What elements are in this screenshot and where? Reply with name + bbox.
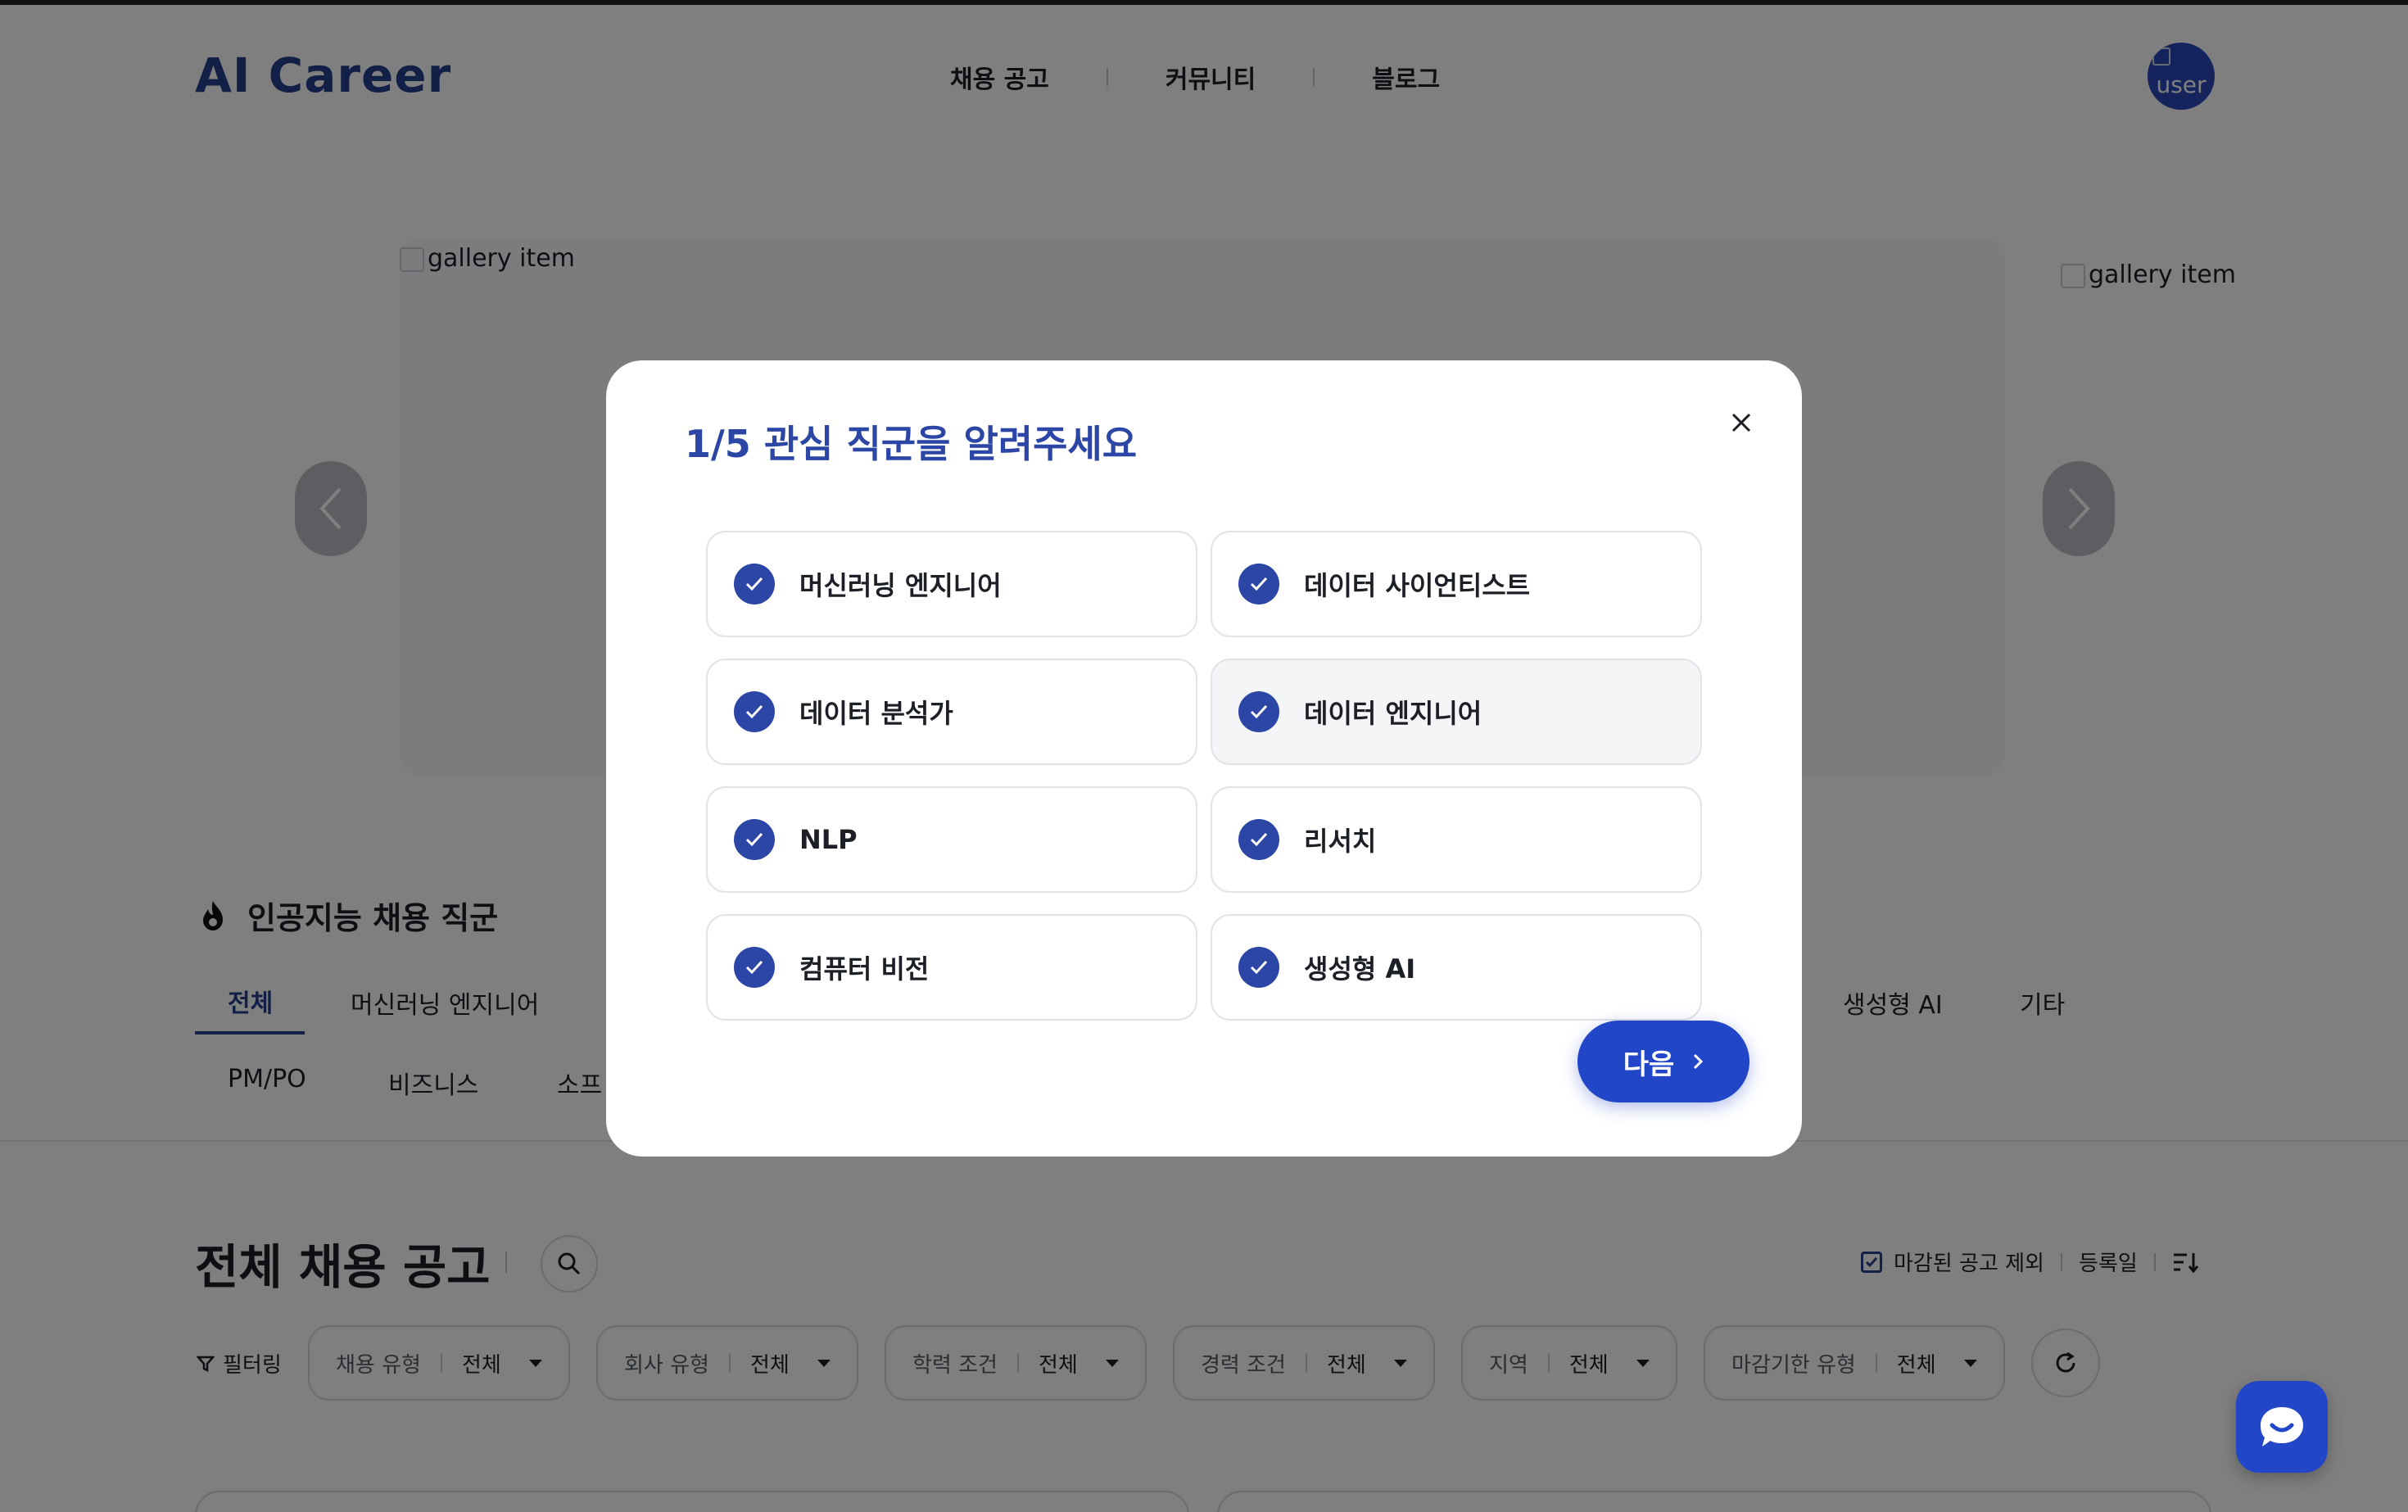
option-generative-ai[interactable]: 생성형 AI — [1211, 914, 1702, 1021]
option-label: 데이터 분석가 — [799, 698, 953, 729]
job-interest-modal: 1/5 관심 직군을 알려주세요 머신러닝 엔지니어 데이터 사이언티스트 데이… — [606, 360, 1802, 1157]
option-label: 데이터 사이언티스트 — [1304, 570, 1531, 601]
chat-button[interactable] — [2236, 1381, 2328, 1473]
option-label: 데이터 엔지니어 — [1304, 698, 1482, 729]
option-label: 컴퓨터 비전 — [799, 953, 930, 985]
option-research[interactable]: 리서치 — [1211, 786, 1702, 893]
chat-icon — [2261, 1407, 2303, 1446]
option-label: 리서치 — [1304, 826, 1377, 857]
chevron-right-icon — [1694, 1053, 1704, 1070]
check-icon — [734, 691, 775, 732]
check-icon — [734, 947, 775, 988]
option-data-scientist[interactable]: 데이터 사이언티스트 — [1211, 531, 1702, 637]
check-icon — [734, 819, 775, 860]
option-label: NLP — [799, 824, 858, 855]
next-button[interactable]: 다음 — [1577, 1021, 1749, 1102]
next-button-label: 다음 — [1623, 1048, 1675, 1081]
check-icon — [734, 564, 775, 604]
option-label: 머신러닝 엔지니어 — [799, 570, 1002, 601]
close-button[interactable] — [1725, 406, 1758, 439]
option-computer-vision[interactable]: 컴퓨터 비전 — [706, 914, 1197, 1021]
option-nlp[interactable]: NLP — [706, 786, 1197, 893]
job-options-list: 머신러닝 엔지니어 데이터 사이언티스트 데이터 분석가 데이터 엔지니어 NL… — [706, 531, 1705, 1022]
option-ml-engineer[interactable]: 머신러닝 엔지니어 — [706, 531, 1197, 637]
check-icon — [1238, 564, 1279, 604]
option-data-analyst[interactable]: 데이터 분석가 — [706, 659, 1197, 765]
check-icon — [1238, 947, 1279, 988]
check-icon — [1238, 691, 1279, 732]
check-icon — [1238, 819, 1279, 860]
option-label: 생성형 AI — [1304, 953, 1416, 985]
modal-title: 1/5 관심 직군을 알려주세요 — [685, 422, 1138, 466]
option-data-engineer[interactable]: 데이터 엔지니어 — [1211, 659, 1702, 765]
close-icon — [1731, 413, 1751, 432]
